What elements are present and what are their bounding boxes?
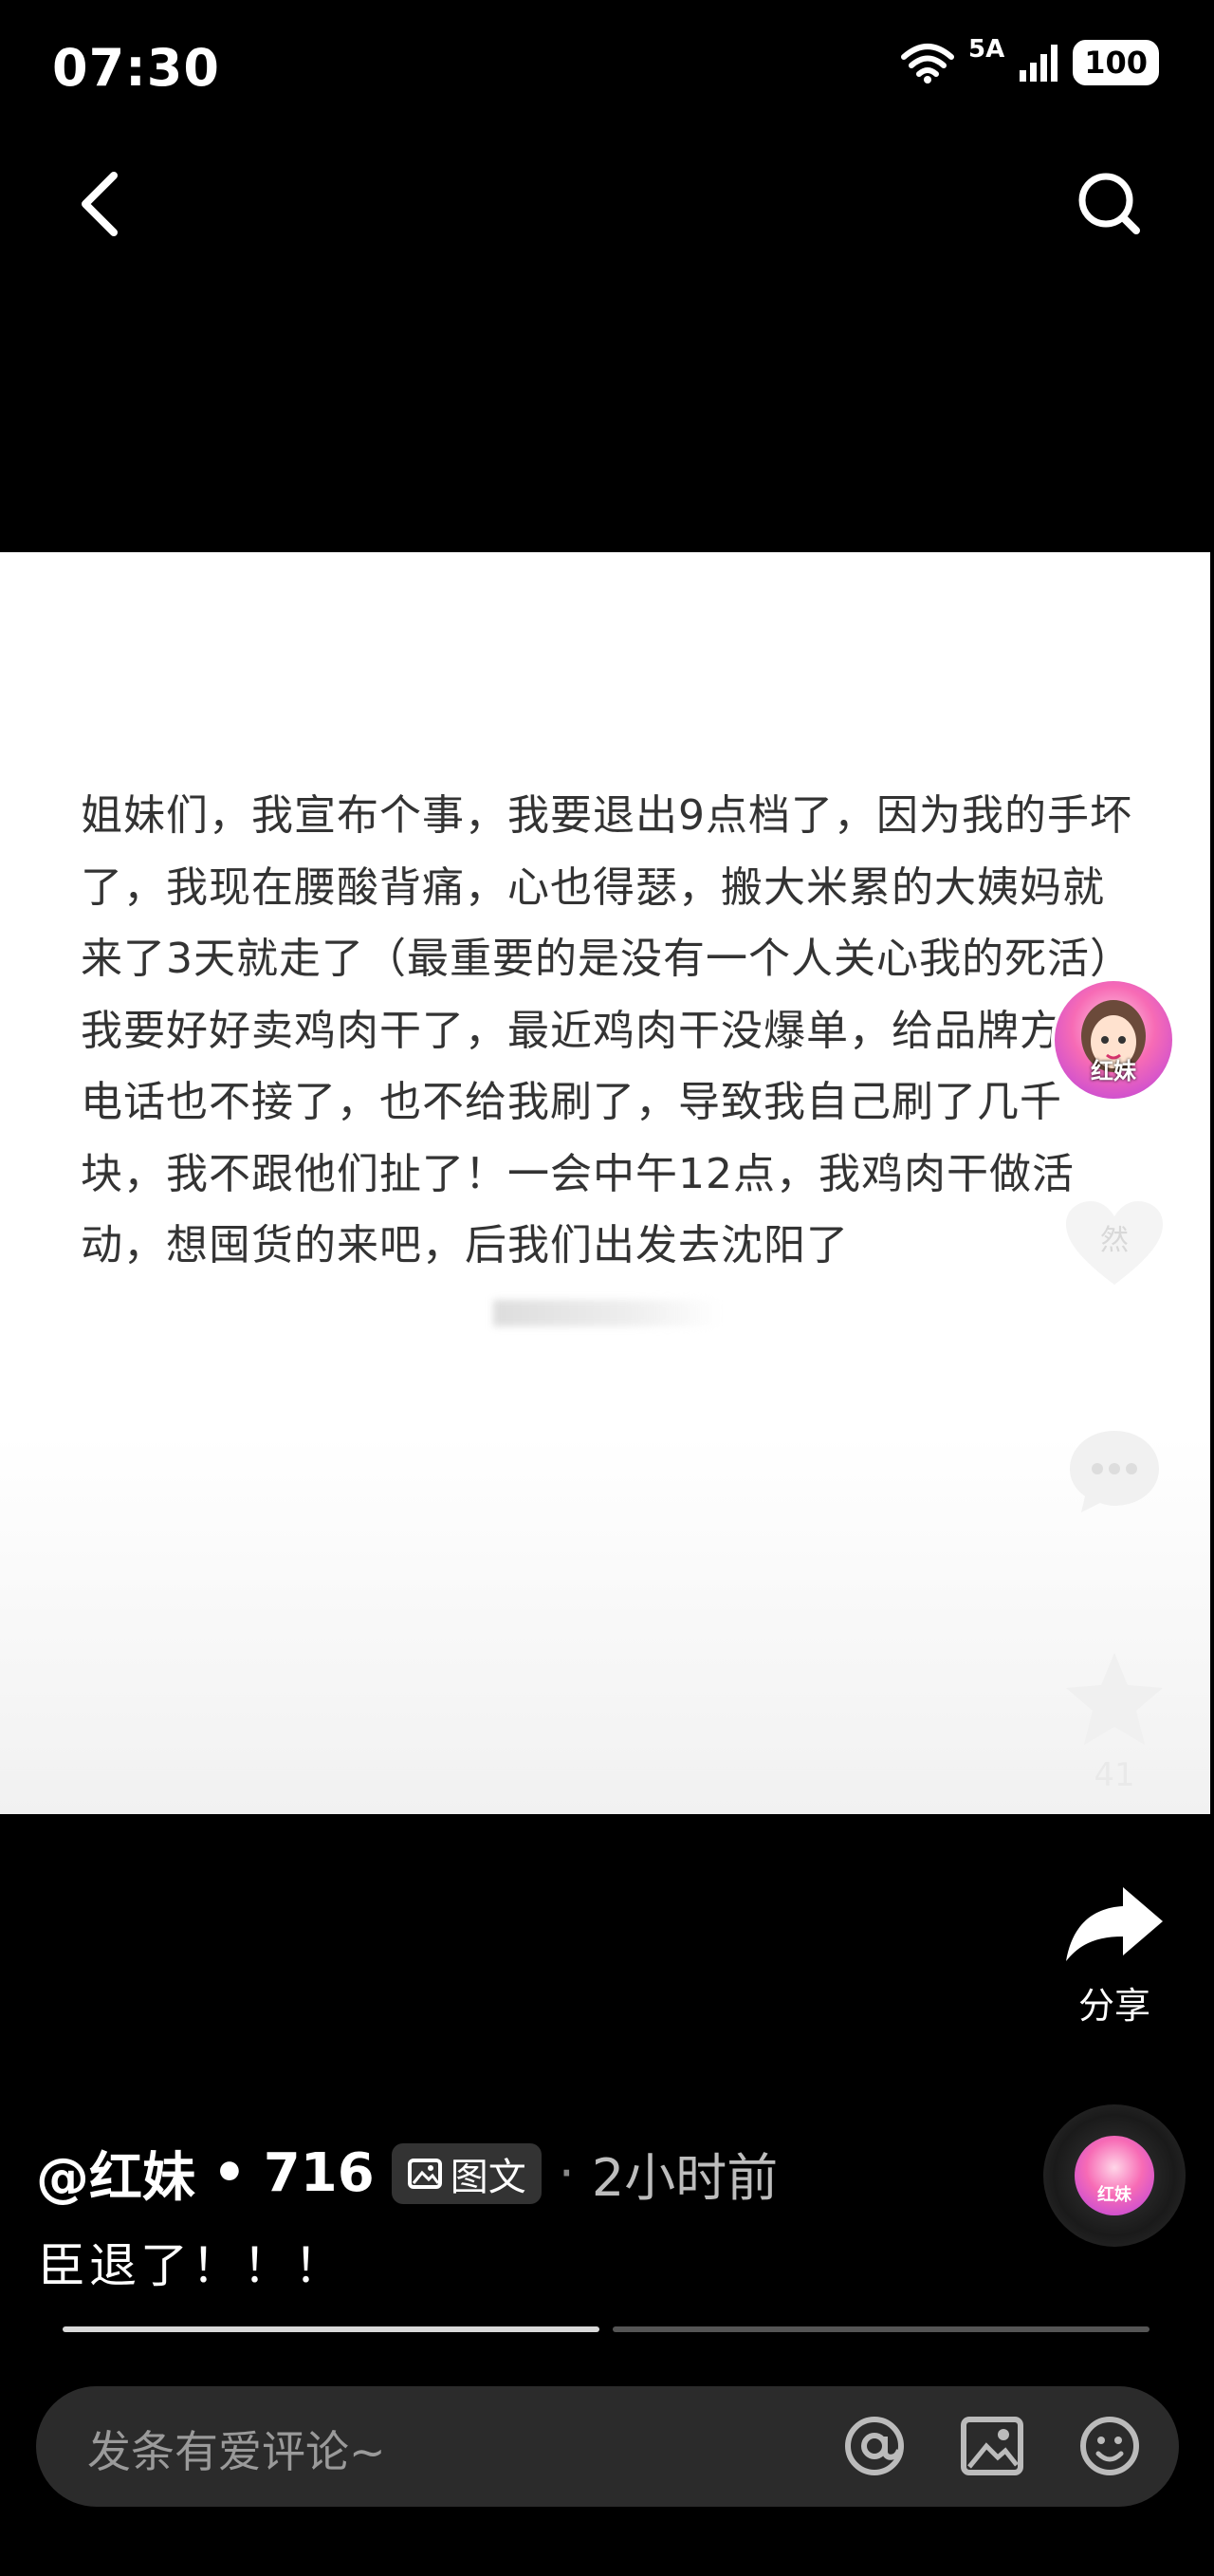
search-icon [1078, 173, 1140, 234]
comment-bubble-icon [1070, 1431, 1159, 1512]
collect-button[interactable]: 41 [1058, 1649, 1171, 1794]
author-avatar[interactable]: 红妹 [1051, 977, 1176, 1103]
disc-label: 红妹 [1097, 2185, 1131, 2205]
progress-segment-2 [613, 2326, 1150, 2332]
share-button[interactable]: 分享 [1058, 1883, 1171, 2029]
disc-avatar: 红妹 [1075, 2136, 1154, 2215]
like-button[interactable]: 然 [1058, 1197, 1171, 1296]
back-button[interactable] [66, 166, 133, 242]
post-meta: @红妹 • 716 图文 · 2小时前 [36, 2135, 778, 2212]
image-picker-button[interactable] [954, 2408, 1030, 2484]
heart-icon: 然 [1066, 1201, 1163, 1285]
time-dot: · [558, 2143, 575, 2203]
type-badge: 图文 [391, 2142, 542, 2204]
time-ago: 2小时前 [591, 2148, 779, 2208]
image-icon [407, 2158, 442, 2189]
comment-input[interactable]: 发条有爱评论~ [87, 2418, 386, 2480]
share-label: 分享 [1077, 1985, 1150, 2027]
image-picker-icon [961, 2417, 1023, 2475]
type-badge-label: 图文 [450, 2155, 526, 2199]
blurred-text-trail [493, 1300, 721, 1326]
author-name[interactable]: @红妹 [36, 2135, 195, 2212]
at-icon [845, 2417, 904, 2475]
like-total: 716 [263, 2142, 375, 2204]
collect-count: 41 [1094, 1756, 1135, 1794]
avatar-label: 红妹 [1091, 1058, 1136, 1084]
back-chevron-icon [82, 172, 118, 236]
share-arrow-icon [1066, 1887, 1163, 1961]
star-icon [1066, 1653, 1163, 1745]
signal-icon [1020, 45, 1058, 82]
post-body-text: 姐妹们，我宣布个事，我要退出9点档了，因为我的手坏了，我现在腰酸背痛，心也得瑟，… [81, 791, 1132, 1269]
wifi-icon [900, 44, 954, 83]
post-caption: 臣退了！！！ [38, 2238, 345, 2293]
battery-indicator: 100 [1073, 40, 1159, 85]
heart-overlay-text: 然 [1100, 1224, 1129, 1257]
comment-button[interactable] [1058, 1423, 1171, 1522]
emoji-button[interactable] [1072, 2408, 1148, 2484]
network-label: 5A [967, 35, 1005, 64]
search-button[interactable] [1072, 166, 1148, 242]
music-disc[interactable]: 红妹 [1043, 2104, 1186, 2247]
emoji-icon [1080, 2417, 1139, 2475]
status-icons: 5A 100 [900, 35, 1159, 85]
status-time: 07:30 [52, 38, 220, 98]
meta-separator: • [212, 2142, 247, 2204]
progress-segment-1 [63, 2326, 599, 2332]
mention-button[interactable] [837, 2408, 912, 2484]
